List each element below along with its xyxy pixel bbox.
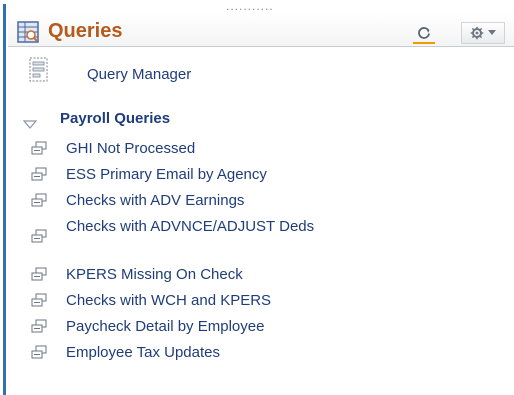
- query-link-icon: [30, 319, 50, 335]
- gear-icon: [470, 26, 484, 40]
- pagelet-left-border: [3, 4, 6, 395]
- refresh-button[interactable]: [413, 24, 435, 44]
- query-link-icon: [30, 267, 50, 283]
- pagelet-header: Queries: [8, 12, 514, 47]
- query-manager-link[interactable]: Query Manager: [28, 56, 278, 92]
- query-manager-label: Query Manager: [87, 66, 192, 83]
- query-table-icon: [17, 21, 39, 43]
- query-link-label[interactable]: Checks with ADV Earnings: [66, 190, 386, 211]
- settings-menu-button[interactable]: [461, 22, 505, 44]
- pagelet-title: Queries: [48, 20, 123, 42]
- query-link-label[interactable]: Checks with ADVNCE/ADJUST Deds: [66, 216, 351, 237]
- query-link-icon: [30, 293, 50, 309]
- expand-triangle-icon[interactable]: [22, 117, 38, 129]
- query-link-icon: [30, 193, 50, 209]
- query-link-label[interactable]: GHI Not Processed: [66, 138, 386, 159]
- payroll-queries-folder[interactable]: Payroll Queries: [22, 110, 493, 134]
- query-link-label[interactable]: Paycheck Detail by Employee: [66, 316, 386, 337]
- refresh-icon: [418, 27, 430, 39]
- query-link-icon: [30, 167, 50, 183]
- query-link-icon: [30, 141, 50, 157]
- query-link-icon: [30, 345, 50, 361]
- query-link-label[interactable]: KPERS Missing On Check: [66, 264, 386, 285]
- query-link-label[interactable]: Checks with WCH and KPERS: [66, 290, 386, 311]
- query-link-icon: [30, 229, 50, 245]
- chevron-down-icon: [488, 30, 496, 35]
- query-link-label[interactable]: Employee Tax Updates: [66, 342, 386, 363]
- query-link-label[interactable]: ESS Primary Email by Agency: [66, 164, 386, 185]
- section-heading: Payroll Queries: [60, 110, 171, 127]
- queries-pagelet: ........... Queries Query Manager Payrol…: [0, 0, 514, 395]
- query-manager-icon: [28, 56, 50, 84]
- drag-handle[interactable]: ...........: [226, 4, 310, 12]
